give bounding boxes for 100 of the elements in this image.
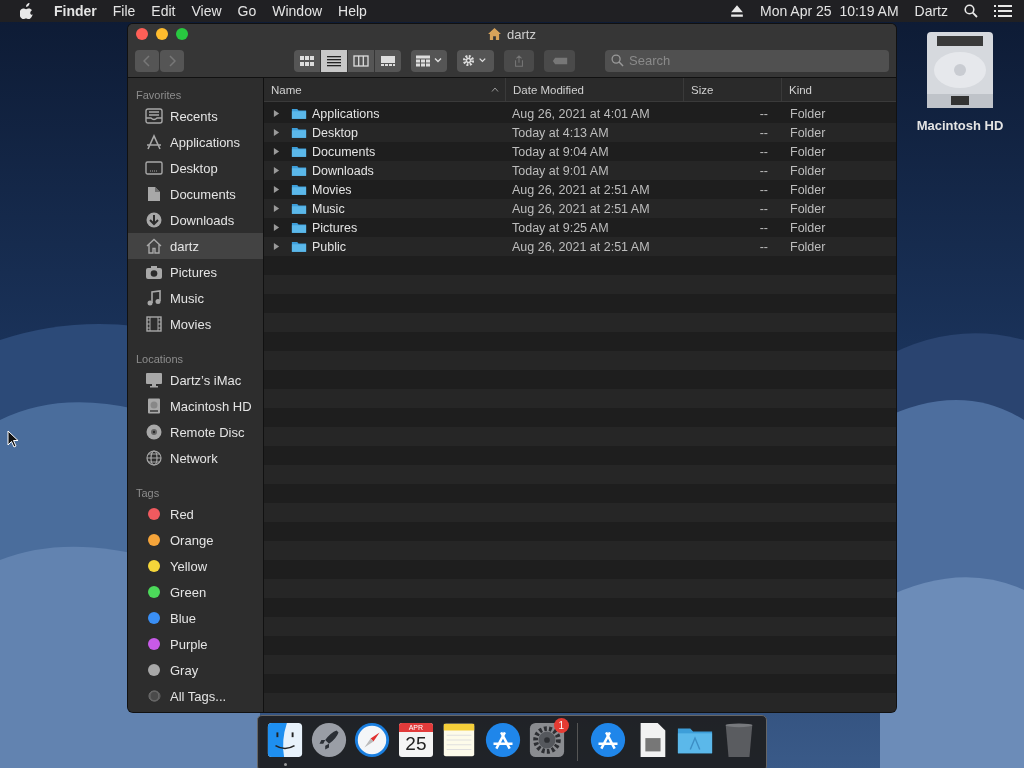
- menu-item[interactable]: Go: [237, 3, 257, 19]
- folder-icon: [291, 183, 307, 196]
- eject-icon[interactable]: [730, 4, 744, 18]
- table-cell-text: --: [758, 163, 769, 178]
- download-icon: [145, 212, 163, 228]
- app-store-icon: [145, 134, 163, 150]
- tag-dot-icon: [148, 638, 160, 650]
- user-name[interactable]: Dartz: [914, 3, 948, 19]
- disclosure-triangle-icon[interactable]: [273, 109, 280, 118]
- share-button[interactable]: [503, 49, 535, 72]
- file-name[interactable]: Documents: [312, 144, 376, 159]
- disclosure-triangle-icon[interactable]: [273, 223, 280, 232]
- column-header[interactable]: Size: [684, 78, 782, 101]
- file-name[interactable]: Pictures: [312, 220, 358, 235]
- tag-button[interactable]: [544, 49, 575, 72]
- house-icon: [145, 238, 163, 254]
- sidebar-item[interactable]: Orange: [128, 527, 263, 553]
- sidebar-item[interactable]: Downloads: [128, 207, 263, 233]
- file-name[interactable]: Downloads: [312, 163, 374, 178]
- sidebar-item[interactable]: dartz: [128, 233, 263, 259]
- column-header[interactable]: Kind: [782, 78, 896, 101]
- music-note-icon: [145, 290, 163, 306]
- table-cell-text: Today at 9:04 AM: [511, 144, 610, 159]
- window-title: dartz: [507, 26, 536, 42]
- sidebar-item[interactable]: All Tags...: [128, 683, 263, 709]
- camera-icon: [145, 264, 163, 280]
- disclosure-triangle-icon[interactable]: [273, 147, 280, 156]
- disclosure-triangle-icon[interactable]: [273, 166, 280, 175]
- hard-drive-icon[interactable]: [925, 30, 995, 110]
- sidebar-item[interactable]: Purple: [128, 631, 263, 657]
- folder-icon: [291, 126, 307, 139]
- list-icon[interactable]: [994, 4, 1012, 18]
- film-icon: [145, 316, 163, 332]
- rocket-icon[interactable]: [309, 721, 348, 759]
- sidebar-item[interactable]: Green: [128, 579, 263, 605]
- search-field[interactable]: Search: [605, 49, 889, 72]
- sidebar-item[interactable]: Macintosh HD: [128, 393, 263, 419]
- group-button[interactable]: [411, 49, 448, 72]
- disclosure-triangle-icon[interactable]: [273, 185, 280, 194]
- sidebar-item[interactable]: Pictures: [128, 259, 263, 285]
- sidebar-section-title: Favorites: [135, 88, 183, 103]
- table-cell-text: Folder: [789, 144, 827, 159]
- file-name[interactable]: Public: [312, 239, 347, 254]
- menu-item[interactable]: Finder: [54, 3, 97, 19]
- file-name[interactable]: Applications: [312, 106, 380, 121]
- sidebar-item[interactable]: Applications: [128, 129, 263, 155]
- menu-item[interactable]: Window: [272, 3, 323, 19]
- view-mode-button[interactable]: [348, 49, 374, 72]
- table-cell-text: --: [758, 125, 769, 140]
- menu-item[interactable]: Help: [338, 3, 367, 19]
- gear-icon[interactable]: [527, 721, 566, 759]
- sidebar-item[interactable]: Desktop: [128, 155, 263, 181]
- sidebar-item[interactable]: Blue: [128, 605, 263, 631]
- app-store-icon[interactable]: [484, 721, 522, 759]
- table-cell-text: Folder: [789, 239, 827, 254]
- table-cell-text: Folder: [789, 201, 827, 216]
- sidebar-item[interactable]: Dartz’s iMac: [128, 367, 263, 393]
- sidebar-item[interactable]: Documents: [128, 181, 263, 207]
- file-name[interactable]: Movies: [312, 182, 352, 197]
- sidebar-item[interactable]: Recents: [128, 103, 263, 129]
- file-name[interactable]: Desktop: [312, 125, 358, 140]
- close-button[interactable]: [136, 28, 148, 40]
- sidebar-item[interactable]: Network: [128, 445, 263, 471]
- sidebar-item[interactable]: Yellow: [128, 553, 263, 579]
- menu-item[interactable]: File: [112, 3, 136, 19]
- view-mode-button[interactable]: [375, 49, 401, 72]
- view-mode-button[interactable]: [294, 49, 320, 72]
- compass-icon[interactable]: [353, 721, 392, 759]
- app-store-icon[interactable]: [589, 721, 628, 759]
- sidebar-item[interactable]: Gray: [128, 657, 263, 683]
- desktop-icon-label[interactable]: Macintosh HD: [916, 118, 1004, 133]
- disclosure-triangle-icon[interactable]: [273, 204, 280, 213]
- disclosure-triangle-icon[interactable]: [273, 242, 280, 251]
- clock[interactable]: Mon Apr 25 10:19 AM: [760, 3, 899, 19]
- menu-item[interactable]: Edit: [151, 3, 176, 19]
- tag-dot-icon: [148, 508, 160, 520]
- menu-item[interactable]: View: [191, 3, 222, 19]
- list-icon: [326, 54, 342, 67]
- sidebar-item[interactable]: Red: [128, 501, 263, 527]
- chevron-right-icon: [168, 54, 176, 67]
- folder-icon: [291, 221, 307, 234]
- column-header[interactable]: Name: [264, 78, 506, 101]
- column-header[interactable]: Date Modified: [506, 78, 684, 101]
- action-button[interactable]: [457, 49, 494, 72]
- sidebar-item[interactable]: Movies: [128, 311, 263, 337]
- table-cell-text: Today at 4:13 AM: [511, 125, 610, 140]
- view-mode-button[interactable]: [321, 49, 347, 72]
- table-cell-text: Folder: [789, 182, 827, 197]
- zoom-button[interactable]: [176, 28, 188, 40]
- table-cell-text: --: [758, 182, 769, 197]
- file-name[interactable]: Music: [312, 201, 345, 216]
- apple-logo-icon[interactable]: [20, 3, 34, 19]
- sidebar-item[interactable]: Remote Disc: [128, 419, 263, 445]
- house-icon: [488, 28, 502, 40]
- search-icon[interactable]: [964, 4, 978, 18]
- finder-icon[interactable]: [266, 721, 305, 759]
- sidebar-item[interactable]: Music: [128, 285, 263, 311]
- globe-icon: [145, 450, 163, 466]
- disclosure-triangle-icon[interactable]: [273, 128, 280, 137]
- minimize-button[interactable]: [156, 28, 168, 40]
